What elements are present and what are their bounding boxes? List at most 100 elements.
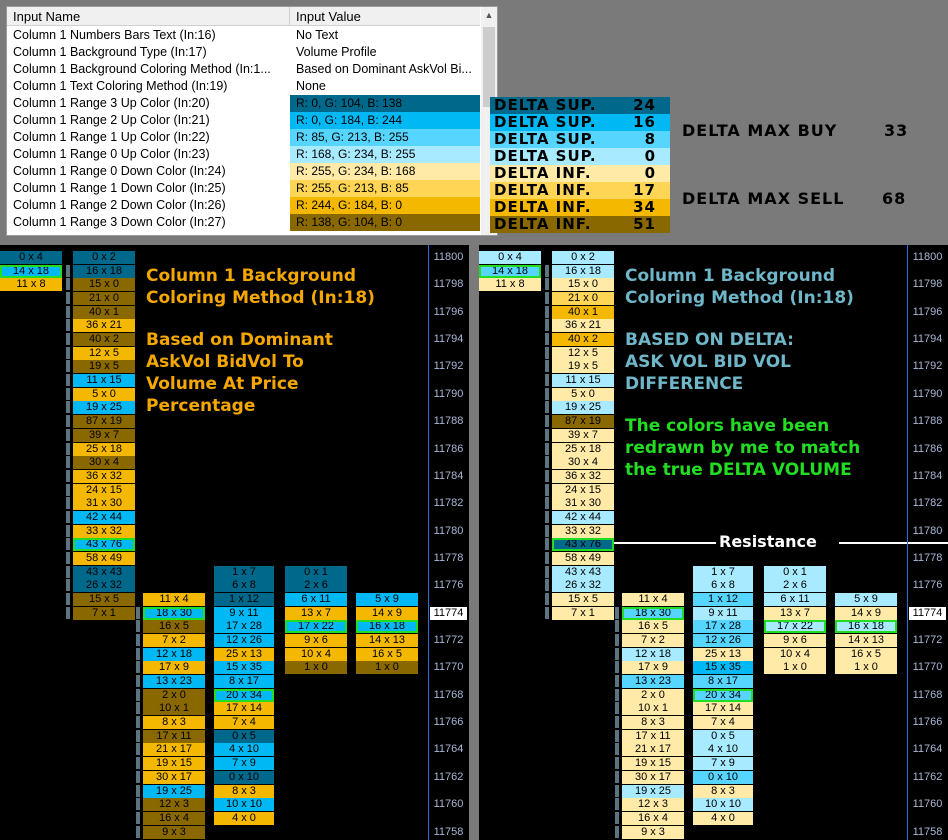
footprint-cell[interactable]: 30 x 17 <box>622 770 684 784</box>
footprint-cell[interactable]: 15 x 5 <box>73 593 135 606</box>
footprint-cell[interactable]: 1 x 0 <box>764 661 826 675</box>
footprint-cell[interactable]: 36 x 21 <box>552 319 614 333</box>
footprint-cell[interactable]: 5 x 0 <box>73 387 135 401</box>
footprint-cell[interactable]: 7 x 2 <box>143 634 205 648</box>
footprint-cell[interactable]: 33 x 32 <box>73 524 135 538</box>
footprint-cell[interactable]: 14 x 13 <box>835 634 897 648</box>
footprint-cell[interactable]: 4 x 10 <box>214 743 274 757</box>
footprint-cell[interactable]: 17 x 14 <box>693 702 753 716</box>
footprint-cell[interactable]: 14 x 9 <box>835 606 897 620</box>
footprint-cell[interactable]: 8 x 3 <box>622 716 684 730</box>
color-swatch[interactable]: R: 244, G: 184, B: 0 <box>290 197 480 214</box>
footprint-cell[interactable]: 10 x 4 <box>764 647 826 661</box>
footprint-cell[interactable]: 0 x 10 <box>693 770 753 784</box>
footprint-cell[interactable]: 20 x 34 <box>693 688 753 702</box>
footprint-cell[interactable]: 17 x 28 <box>693 620 753 634</box>
footprint-cell[interactable]: 14 x 9 <box>356 606 418 620</box>
color-swatch[interactable]: R: 138, G: 104, B: 0 <box>290 214 480 231</box>
footprint-cell[interactable]: 17 x 11 <box>622 729 684 743</box>
color-swatch[interactable]: R: 255, G: 234, B: 168 <box>290 163 480 180</box>
footprint-cell[interactable]: 7 x 9 <box>693 757 753 771</box>
footprint-cell[interactable]: 19 x 5 <box>552 360 614 374</box>
footprint-cell[interactable]: 21 x 17 <box>622 743 684 757</box>
footprint-cell[interactable]: 18 x 30 <box>143 606 205 620</box>
footprint-cell[interactable]: 13 x 23 <box>622 675 684 689</box>
footprint-cell[interactable]: 8 x 3 <box>693 784 753 798</box>
settings-row[interactable]: Column 1 Range 3 Down Color (In:27) R: 13… <box>7 214 481 231</box>
settings-row[interactable]: Column 1 Numbers Bars Text (In:16) No Tex… <box>7 27 481 44</box>
footprint-cell[interactable]: 17 x 28 <box>214 620 274 634</box>
footprint-cell[interactable]: 0 x 1 <box>285 565 347 579</box>
footprint-cell[interactable]: 25 x 13 <box>693 647 753 661</box>
footprint-cell[interactable]: 30 x 4 <box>73 456 135 470</box>
footprint-cell[interactable]: 0 x 4 <box>479 251 541 264</box>
footprint-cell[interactable]: 24 x 15 <box>552 483 614 497</box>
footprint-cell[interactable]: 15 x 35 <box>693 661 753 675</box>
chart-panel-left[interactable]: Column 1 Background Coloring Method (In:… <box>0 245 469 840</box>
footprint-cell[interactable]: 17 x 9 <box>622 661 684 675</box>
footprint-cell[interactable]: 11 x 4 <box>143 593 205 606</box>
footprint-cell[interactable]: 25 x 13 <box>214 647 274 661</box>
footprint-cell[interactable]: 0 x 2 <box>552 251 614 264</box>
settings-row[interactable]: Column 1 Range 3 Up Color (In:20) R: 0, G… <box>7 95 481 112</box>
footprint-cell[interactable]: 10 x 4 <box>285 647 347 661</box>
footprint-cell[interactable]: 12 x 26 <box>693 634 753 648</box>
settings-row[interactable]: Column 1 Background Coloring Method (In:… <box>7 61 481 78</box>
footprint-cell[interactable]: 16 x 5 <box>622 620 684 634</box>
footprint-cell[interactable]: 43 x 76 <box>73 538 135 552</box>
settings-row[interactable]: Column 1 Range 0 Up Color (In:23) R: 168,… <box>7 146 481 163</box>
footprint-cell[interactable]: 1 x 7 <box>693 565 753 579</box>
footprint-cell[interactable]: 14 x 13 <box>356 634 418 648</box>
footprint-cell[interactable]: 12 x 3 <box>622 798 684 812</box>
footprint-cell[interactable]: 30 x 4 <box>552 456 614 470</box>
footprint-cell[interactable]: 6 x 11 <box>764 593 826 606</box>
footprint-cell[interactable]: 40 x 1 <box>73 305 135 319</box>
footprint-cell[interactable]: 0 x 5 <box>693 729 753 743</box>
column-header-input-value[interactable]: Input Value <box>290 7 480 26</box>
footprint-cell[interactable]: 19 x 25 <box>552 401 614 415</box>
footprint-cell[interactable]: 16 x 18 <box>356 620 418 634</box>
color-swatch[interactable]: R: 0, G: 104, B: 138 <box>290 95 480 112</box>
color-swatch[interactable]: R: 168, G: 234, B: 255 <box>290 146 480 163</box>
setting-value[interactable]: Based on Dominant AskVol Bi... <box>296 61 480 78</box>
footprint-cell[interactable]: 16 x 4 <box>143 811 205 825</box>
footprint-cell[interactable]: 16 x 18 <box>552 264 614 278</box>
footprint-cell[interactable]: 19 x 25 <box>622 784 684 798</box>
footprint-cell[interactable]: 42 x 44 <box>552 510 614 524</box>
footprint-cell[interactable]: 2 x 6 <box>764 579 826 593</box>
footprint-cell[interactable]: 12 x 5 <box>73 346 135 360</box>
footprint-cell[interactable]: 33 x 32 <box>552 524 614 538</box>
footprint-cell[interactable]: 19 x 15 <box>143 757 205 771</box>
footprint-cell[interactable]: 9 x 11 <box>693 606 753 620</box>
footprint-cell[interactable]: 2 x 6 <box>285 579 347 593</box>
footprint-cell[interactable]: 7 x 1 <box>552 606 614 620</box>
footprint-cell[interactable]: 17 x 14 <box>214 702 274 716</box>
color-swatch[interactable]: R: 0, G: 184, B: 244 <box>290 112 480 129</box>
footprint-cell[interactable]: 10 x 10 <box>214 798 274 812</box>
footprint-cell[interactable]: 9 x 6 <box>285 634 347 648</box>
footprint-cell[interactable]: 13 x 7 <box>764 606 826 620</box>
footprint-cell[interactable]: 8 x 3 <box>214 784 274 798</box>
footprint-cell[interactable]: 1 x 7 <box>214 565 274 579</box>
footprint-cell[interactable]: 10 x 10 <box>693 798 753 812</box>
footprint-cell[interactable]: 8 x 17 <box>214 675 274 689</box>
footprint-cell[interactable]: 7 x 4 <box>214 716 274 730</box>
footprint-cell[interactable]: 5 x 0 <box>552 387 614 401</box>
footprint-cell[interactable]: 42 x 44 <box>73 510 135 524</box>
footprint-cell[interactable]: 0 x 10 <box>214 770 274 784</box>
footprint-cell[interactable]: 15 x 0 <box>73 278 135 292</box>
footprint-cell[interactable]: 7 x 9 <box>214 757 274 771</box>
column-header-input-name[interactable]: Input Name <box>7 7 290 26</box>
footprint-cell[interactable]: 6 x 11 <box>285 593 347 606</box>
footprint-cell[interactable]: 12 x 26 <box>214 634 274 648</box>
footprint-cell[interactable]: 7 x 2 <box>622 634 684 648</box>
settings-row[interactable]: Column 1 Background Type (In:17) Volume P… <box>7 44 481 61</box>
color-swatch[interactable]: R: 85, G: 213, B: 255 <box>290 129 480 146</box>
footprint-cell[interactable]: 16 x 5 <box>835 647 897 661</box>
footprint-cell[interactable]: 87 x 19 <box>73 415 135 429</box>
footprint-cell[interactable]: 6 x 8 <box>214 579 274 593</box>
footprint-cell[interactable]: 12 x 18 <box>622 647 684 661</box>
footprint-cell[interactable]: 19 x 25 <box>143 784 205 798</box>
footprint-cell[interactable]: 15 x 35 <box>214 661 274 675</box>
settings-row[interactable]: Column 1 Range 2 Up Color (In:21) R: 0, G… <box>7 112 481 129</box>
